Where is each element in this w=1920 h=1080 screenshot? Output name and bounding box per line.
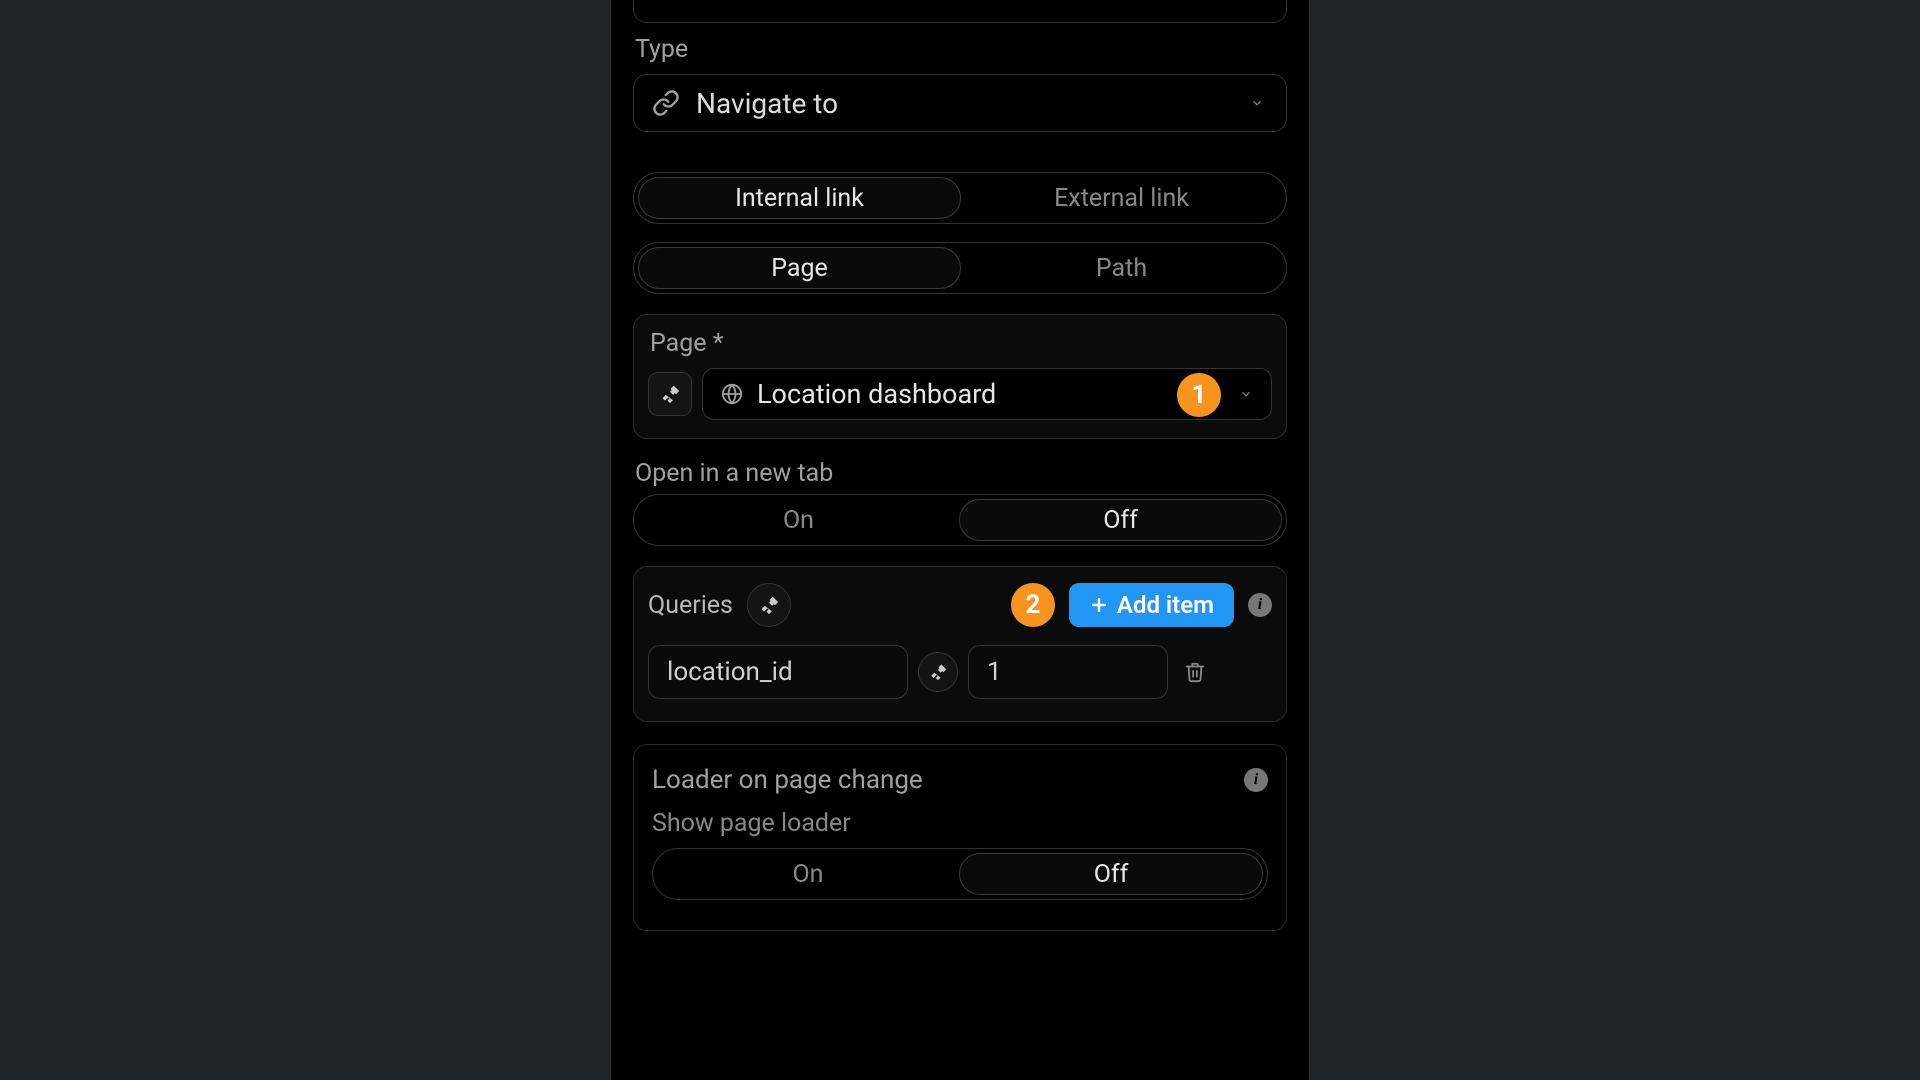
loader-on[interactable]: On xyxy=(657,853,959,895)
open-new-tab-label: Open in a new tab xyxy=(635,459,1287,488)
target-mode-segmented: Page Path xyxy=(633,242,1287,294)
plus-icon xyxy=(1089,595,1109,615)
query-value-input[interactable] xyxy=(968,645,1168,699)
open-new-tab-section: Open in a new tab On Off xyxy=(633,459,1287,546)
queries-section: Queries 2 Add item i xyxy=(633,566,1287,722)
open-new-tab-segmented: On Off xyxy=(633,494,1287,546)
properties-panel: Type Navigate to Internal link External … xyxy=(610,0,1310,1080)
link-kind-segmented: Internal link External link xyxy=(633,172,1287,224)
chevron-down-icon xyxy=(1239,387,1253,401)
query-row xyxy=(648,645,1272,699)
truncated-section-above xyxy=(633,0,1287,23)
page-value: Location dashboard xyxy=(757,378,1225,410)
link-kind-internal[interactable]: Internal link xyxy=(638,177,961,219)
add-query-label: Add item xyxy=(1117,591,1214,619)
query-value-bind-button[interactable] xyxy=(918,652,958,692)
queries-bind-button[interactable] xyxy=(747,583,791,627)
target-mode-path[interactable]: Path xyxy=(961,247,1282,289)
annotation-badge-2: 2 xyxy=(1011,583,1055,627)
info-icon[interactable]: i xyxy=(1244,768,1268,792)
type-label: Type xyxy=(635,35,1287,64)
trash-icon xyxy=(1184,661,1206,683)
link-icon xyxy=(652,89,680,117)
open-new-tab-on[interactable]: On xyxy=(638,499,959,541)
page-label: Page xyxy=(650,329,1272,358)
query-key-input[interactable] xyxy=(648,645,908,699)
globe-icon xyxy=(721,383,743,405)
loader-section: Loader on page change i Show page loader… xyxy=(633,744,1287,931)
loader-sub-label: Show page loader xyxy=(652,809,1268,838)
page-select[interactable]: Location dashboard 1 xyxy=(702,368,1272,420)
type-value: Navigate to xyxy=(696,87,1234,120)
plug-icon xyxy=(759,595,779,615)
queries-label: Queries xyxy=(648,591,733,620)
target-mode-page[interactable]: Page xyxy=(638,247,961,289)
page-bind-button[interactable] xyxy=(648,372,692,416)
annotation-badge-1: 1 xyxy=(1177,373,1221,417)
chevron-down-icon xyxy=(1250,96,1264,110)
link-kind-external[interactable]: External link xyxy=(961,177,1282,219)
loader-off[interactable]: Off xyxy=(959,853,1263,895)
open-new-tab-off[interactable]: Off xyxy=(959,499,1282,541)
plug-icon xyxy=(929,663,947,681)
loader-title: Loader on page change xyxy=(652,765,923,795)
type-select[interactable]: Navigate to xyxy=(633,74,1287,132)
info-icon[interactable]: i xyxy=(1248,593,1272,617)
add-query-button[interactable]: Add item xyxy=(1069,583,1234,627)
plug-icon xyxy=(660,384,680,404)
page-section: Page Location dashboard 1 xyxy=(633,314,1287,439)
delete-query-button[interactable] xyxy=(1184,661,1206,683)
loader-segmented: On Off xyxy=(652,848,1268,900)
